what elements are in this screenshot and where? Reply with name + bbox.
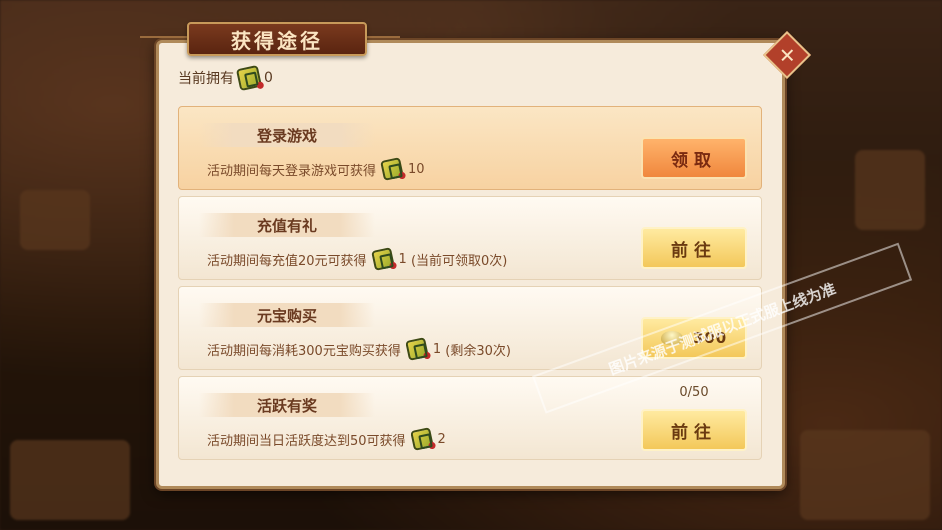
go-recharge-button[interactable]: 前往 (641, 227, 747, 269)
claim-button[interactable]: 领取 (641, 137, 747, 179)
token-icon (380, 157, 407, 181)
row-description: 活动期间每充值20元可获得 1 (当前可领取0次) (207, 247, 507, 271)
activity-progress: 0/50 (679, 385, 709, 400)
token-icon (235, 64, 265, 92)
row-description: 活动期间当日活跃度达到50可获得 2 (207, 427, 446, 451)
row-title: 充值有礼 (199, 213, 375, 237)
panel-title: 获得途径 (187, 22, 367, 56)
row-title: 登录游戏 (199, 123, 375, 147)
row-title: 活跃有奖 (199, 393, 375, 417)
row-description: 活动期间每天登录游戏可获得 10 (207, 157, 425, 181)
token-icon (370, 247, 397, 271)
list-item-activity: 活跃有奖 0/50 活动期间当日活跃度达到50可获得 2 前往 (178, 376, 762, 460)
go-activity-button[interactable]: 前往 (641, 409, 747, 451)
token-icon (409, 427, 436, 451)
close-icon: ✕ (778, 42, 796, 67)
list-item-login: 登录游戏 活动期间每天登录游戏可获得 10 领取 (178, 106, 762, 190)
token-icon (404, 337, 432, 361)
list-item-recharge: 充值有礼 活动期间每充值20元可获得 1 (当前可领取0次) 前往 (178, 196, 762, 280)
owned-value: 0 (264, 70, 273, 86)
source-list[interactable]: 登录游戏 活动期间每天登录游戏可获得 10 领取 充值有礼 活动期间每充值20元… (178, 106, 762, 482)
row-description: 活动期间每消耗300元宝购买获得 1 (剩余30次) (207, 337, 511, 361)
row-title: 元宝购买 (199, 303, 375, 327)
owned-count: 当前拥有 0 (178, 64, 273, 92)
owned-label: 当前拥有 (178, 71, 234, 87)
